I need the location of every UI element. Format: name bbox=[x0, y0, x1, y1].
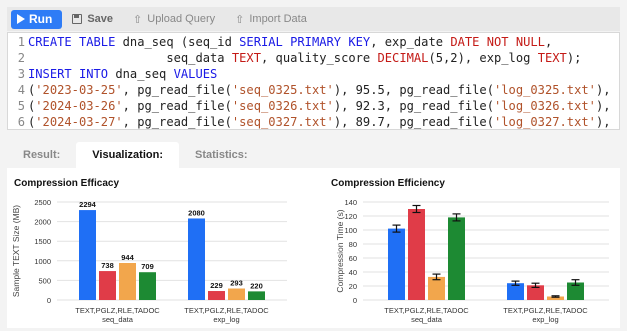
bar bbox=[188, 218, 205, 300]
run-button[interactable]: Run bbox=[11, 9, 63, 29]
code-line: 5 ('2024-03-26', pg_read_file('seq_0326.… bbox=[8, 98, 619, 114]
data-label: 709 bbox=[141, 262, 154, 271]
y-axis-label: Compression Time (s) bbox=[335, 209, 345, 292]
x-tick-label: TEXT,PGLZ,RLE,TADOC bbox=[384, 306, 469, 315]
data-label: 738 bbox=[101, 261, 114, 270]
visualization-area: Compression Efficacy Sample TEXT Size (MB… bbox=[7, 168, 620, 328]
bar bbox=[408, 209, 425, 300]
bar bbox=[208, 291, 225, 300]
import-data-button[interactable]: ⇧ Import Data bbox=[225, 13, 317, 26]
y-tick-label: 1500 bbox=[34, 237, 51, 246]
code-line: 2 seq_data TEXT, quality_score DECIMAL(5… bbox=[8, 50, 619, 66]
line-number: 3 bbox=[17, 67, 25, 81]
y-tick-label: 120 bbox=[344, 212, 357, 221]
tab-statistics[interactable]: Statistics: bbox=[179, 149, 264, 168]
save-button[interactable]: Save bbox=[62, 13, 123, 25]
code-text: seq_data TEXT, quality_score DECIMAL(5,2… bbox=[28, 51, 582, 65]
tab-visualization[interactable]: Visualization: bbox=[76, 142, 179, 168]
y-tick-label: 1000 bbox=[34, 257, 51, 266]
query-toolbar: Run Save ⇧ Upload Query ⇧ Import Data bbox=[7, 7, 620, 31]
bar bbox=[99, 271, 116, 300]
y-tick-label: 500 bbox=[38, 276, 51, 285]
code-text: CREATE TABLE dna_seq (seq_id SERIAL PRIM… bbox=[28, 35, 553, 49]
x-tick-label: TEXT,PGLZ,RLE,TADOC bbox=[184, 306, 269, 315]
upload-icon: ⇧ bbox=[133, 13, 143, 26]
y-tick-label: 40 bbox=[349, 268, 357, 277]
y-tick-label: 20 bbox=[349, 282, 357, 291]
x-tick-label: TEXT,PGLZ,RLE,TADOC bbox=[75, 306, 160, 315]
y-tick-label: 80 bbox=[349, 240, 357, 249]
y-tick-label: 140 bbox=[344, 198, 357, 207]
data-label: 2080 bbox=[188, 208, 205, 217]
results-tabs: Result: Visualization: Statistics: bbox=[7, 142, 620, 168]
bar bbox=[428, 276, 445, 300]
x-tick-sublabel: exp_log bbox=[532, 315, 558, 324]
y-tick-label: 0 bbox=[47, 296, 51, 305]
chart-title: Compression Efficiency bbox=[331, 178, 445, 189]
bar bbox=[79, 210, 96, 300]
code-text: ('2024-03-26', pg_read_file('seq_0326.tx… bbox=[28, 99, 611, 113]
line-number: 1 bbox=[17, 35, 25, 49]
data-label: 220 bbox=[250, 281, 263, 290]
code-text: ('2023-03-25', pg_read_file('seq_0325.tx… bbox=[28, 83, 611, 97]
line-number: 4 bbox=[17, 83, 25, 97]
x-tick-label: TEXT,PGLZ,RLE,TADOC bbox=[503, 306, 588, 315]
charts-svg: Compression Efficacy Sample TEXT Size (MB… bbox=[11, 178, 609, 324]
y-tick-label: 2000 bbox=[34, 218, 51, 227]
y-axis-label: Sample TEXT Size (MB) bbox=[11, 205, 21, 297]
y-tick-label: 2500 bbox=[34, 198, 51, 207]
y-tick-label: 100 bbox=[344, 226, 357, 235]
y-tick-label: 0 bbox=[353, 296, 357, 305]
results-panel: Result: Visualization: Statistics: Compr… bbox=[7, 142, 620, 328]
code-line: 4 ('2023-03-25', pg_read_file('seq_0325.… bbox=[8, 82, 619, 98]
play-icon bbox=[17, 14, 25, 24]
code-text: ('2024-03-27', pg_read_file('seq_0327.tx… bbox=[28, 115, 611, 129]
import-icon: ⇧ bbox=[235, 13, 245, 26]
bar bbox=[388, 228, 405, 300]
y-tick-label: 60 bbox=[349, 254, 357, 263]
x-tick-sublabel: seq_data bbox=[411, 315, 443, 324]
bar bbox=[228, 288, 245, 300]
upload-query-button[interactable]: ⇧ Upload Query bbox=[123, 13, 225, 26]
code-line: 6 ('2024-03-27', pg_read_file('seq_0327.… bbox=[8, 114, 619, 130]
code-line: 3 INSERT INTO dna_seq VALUES bbox=[8, 66, 619, 82]
sql-editor[interactable]: 1 CREATE TABLE dna_seq (seq_id SERIAL PR… bbox=[7, 32, 620, 130]
bar bbox=[448, 217, 465, 300]
chart-title: Compression Efficacy bbox=[14, 178, 119, 189]
bar bbox=[248, 291, 265, 300]
data-label: 944 bbox=[121, 253, 134, 262]
bar bbox=[139, 272, 156, 300]
data-label: 293 bbox=[230, 279, 243, 288]
code-text: INSERT INTO dna_seq VALUES bbox=[28, 67, 218, 81]
line-number: 2 bbox=[17, 51, 25, 65]
x-tick-sublabel: exp_log bbox=[213, 315, 239, 324]
save-icon bbox=[72, 14, 83, 24]
line-number: 6 bbox=[17, 115, 25, 129]
x-tick-sublabel: seq_data bbox=[102, 315, 134, 324]
run-label: Run bbox=[29, 12, 53, 26]
code-line: 1 CREATE TABLE dna_seq (seq_id SERIAL PR… bbox=[8, 34, 619, 50]
data-label: 2294 bbox=[79, 200, 97, 209]
import-label: Import Data bbox=[249, 13, 307, 25]
bar bbox=[119, 262, 136, 300]
data-label: 229 bbox=[210, 281, 223, 290]
line-number: 5 bbox=[17, 99, 25, 113]
upload-label: Upload Query bbox=[147, 13, 216, 25]
save-label: Save bbox=[87, 13, 114, 25]
tab-result[interactable]: Result: bbox=[7, 149, 76, 168]
